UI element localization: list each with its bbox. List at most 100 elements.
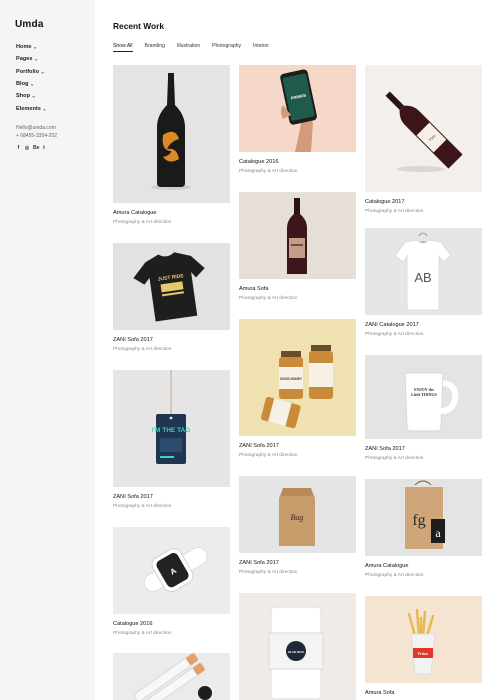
sidebar: Umda Home ⌄ Pages ⌄ Portfolio ⌄ Blog ⌄ Shop ⌄… bbox=[0, 0, 95, 700]
project-subtitle: Photography & Art direction bbox=[365, 209, 424, 214]
project-subtitle: Photography & Art direction bbox=[239, 453, 298, 458]
portfolio-card[interactable]: A Catalogue 2016 Photography & Art direc… bbox=[113, 527, 230, 636]
chevron-down-icon: ⌄ bbox=[40, 69, 45, 76]
project-title[interactable]: Amura Catalogue bbox=[113, 210, 230, 216]
portfolio-card[interactable]: Bag ZANI Sofa 2017 Photography & Art dir… bbox=[239, 476, 356, 575]
nav-item-home[interactable]: Home ⌄ bbox=[16, 41, 47, 53]
project-subtitle: Photography & Art direction bbox=[239, 296, 298, 301]
black-tshirt-image[interactable]: JUST RIDE bbox=[113, 243, 230, 330]
portfolio-card[interactable]: Amura Catalogue Photography & Art direct… bbox=[113, 65, 230, 225]
project-title[interactable]: ZANI Sofa 2017 bbox=[365, 446, 482, 452]
project-subtitle: Photography & Art direction bbox=[365, 456, 424, 461]
filter-interior[interactable]: Interior bbox=[253, 43, 269, 52]
contact-phone: + 68455-3354-202 bbox=[16, 133, 58, 139]
mug-text: ENJOY the Little THINGS bbox=[411, 387, 437, 397]
nav-label: Elements bbox=[16, 105, 41, 112]
project-title[interactable]: ZANI Sofa 2017 bbox=[239, 560, 356, 566]
contact-email[interactable]: Hello@umda.com bbox=[16, 124, 57, 132]
portfolio-card[interactable] bbox=[113, 653, 230, 700]
nav-label: Blog bbox=[16, 81, 29, 88]
nav-item-pages[interactable]: Pages ⌄ bbox=[16, 53, 47, 65]
facebook-icon[interactable]: f bbox=[16, 145, 21, 151]
nav-label: Pages bbox=[16, 56, 33, 63]
project-title[interactable]: ZANI Sofa 2017 bbox=[113, 494, 230, 500]
box-label-text: BLUE BOX bbox=[288, 650, 304, 654]
box-image[interactable]: BLUE BOX bbox=[239, 593, 356, 700]
bag-text: Bag bbox=[291, 513, 304, 522]
twitter-icon[interactable]: t bbox=[42, 145, 47, 151]
black-bottle-image[interactable] bbox=[113, 65, 230, 203]
chevron-down-icon: ⌄ bbox=[31, 93, 36, 100]
kraft-tag-text: a bbox=[435, 526, 441, 540]
filter-photography[interactable]: Photography bbox=[212, 43, 241, 52]
nav-item-blog[interactable]: Blog ⌄ bbox=[16, 78, 47, 90]
portfolio-card[interactable]: I'M THE TAG ZANI Sofa 2017 Photography &… bbox=[113, 370, 230, 509]
filter-branding[interactable]: Branding bbox=[145, 43, 165, 52]
filter-illustration[interactable]: Illustration bbox=[177, 43, 200, 52]
chevron-down-icon: ⌄ bbox=[29, 81, 35, 88]
portfolio-card[interactable]: JUST RIDE ZANI Sofa 2017 Photography & A… bbox=[113, 243, 230, 352]
instagram-icon[interactable]: ◎ bbox=[25, 145, 30, 151]
behance-icon[interactable]: Be bbox=[33, 145, 39, 151]
tshirt-letters-text: AB bbox=[414, 270, 431, 285]
nav-item-shop[interactable]: Shop ⌄ bbox=[16, 90, 47, 102]
jars-image[interactable]: GOOD HONEY bbox=[239, 319, 356, 436]
project-subtitle: Photography & Art direction bbox=[365, 573, 424, 578]
project-subtitle: Photography & Art direction bbox=[239, 570, 298, 575]
smart-watch-image[interactable]: A bbox=[113, 527, 230, 614]
project-title[interactable]: Catalogue 2016 bbox=[113, 621, 230, 627]
mug-image[interactable]: ENJOY the Little THINGS bbox=[365, 355, 482, 439]
main-nav: Home ⌄ Pages ⌄ Portfolio ⌄ Blog ⌄ Shop ⌄ Elem… bbox=[16, 41, 47, 115]
portfolio-card[interactable]: BLUE BOX bbox=[239, 593, 356, 700]
portfolio-card[interactable]: Frites Amura Sofa bbox=[365, 596, 482, 696]
portfolio-card[interactable]: PRIMUS Catalogue 2016 Photography & Art … bbox=[239, 65, 356, 174]
chevron-down-icon: ⌄ bbox=[33, 56, 39, 63]
wine-lying-image[interactable]: Vino bbox=[365, 65, 482, 192]
nav-label: Portfolio bbox=[16, 68, 39, 75]
tag-text: I'M THE TAG bbox=[152, 427, 191, 434]
nav-label: Home bbox=[16, 44, 32, 51]
wine-bottle-image[interactable] bbox=[239, 192, 356, 279]
project-title[interactable]: Catalogue 2016 bbox=[239, 159, 356, 165]
chevron-down-icon: ⌄ bbox=[42, 105, 47, 112]
project-subtitle: Photography & Art direction bbox=[239, 169, 298, 174]
site-logo[interactable]: Umda bbox=[15, 19, 44, 30]
project-subtitle: Photography & Art direction bbox=[113, 504, 172, 509]
project-title[interactable]: Amura Catalogue bbox=[365, 563, 482, 569]
hang-tag-image[interactable]: I'M THE TAG bbox=[113, 370, 230, 487]
white-tshirt-image[interactable]: AB bbox=[365, 228, 482, 315]
fries-image[interactable]: Frites bbox=[365, 596, 482, 683]
tubes-image[interactable] bbox=[113, 653, 230, 700]
paper-bag-image[interactable]: Bag bbox=[239, 476, 356, 553]
fries-label-text: Frites bbox=[418, 652, 428, 656]
nav-label: Shop bbox=[16, 93, 30, 100]
portfolio-card[interactable]: Amura Sofa Photography & Art direction bbox=[239, 192, 356, 301]
kraft-bag-image[interactable]: fg a bbox=[365, 479, 482, 556]
nav-item-portfolio[interactable]: Portfolio ⌄ bbox=[16, 66, 47, 78]
portfolio-card[interactable]: fg a Amura Catalogue Photography & Art d… bbox=[365, 479, 482, 578]
project-title[interactable]: ZANI Sofa 2017 bbox=[113, 337, 230, 343]
filter-show-all[interactable]: Show All bbox=[113, 43, 133, 52]
phone-hand-image[interactable]: PRIMUS bbox=[239, 65, 356, 152]
project-subtitle: Photography & Art direction bbox=[365, 332, 424, 337]
project-title[interactable]: Catalogue 2017 bbox=[365, 199, 482, 205]
project-title[interactable]: ZANI Sofa 2017 bbox=[239, 443, 356, 449]
page-title: Recent Work bbox=[113, 21, 165, 31]
contact-info: Hello@umda.com + 68455-3354-202 bbox=[16, 124, 57, 140]
project-title[interactable]: ZANI Catalogue 2017 bbox=[365, 322, 482, 328]
project-subtitle: Photography & Art direction bbox=[113, 347, 172, 352]
jar-label-text: GOOD HONEY bbox=[280, 377, 303, 381]
portfolio-card[interactable]: GOOD HONEY ZANI Sofa 2017 Photography & … bbox=[239, 319, 356, 458]
project-title[interactable]: Amura Sofa bbox=[365, 690, 482, 696]
nav-item-elements[interactable]: Elements ⌄ bbox=[16, 102, 47, 114]
portfolio-card[interactable]: ENJOY the Little THINGS ZANI Sofa 2017 P… bbox=[365, 355, 482, 461]
project-subtitle: Photography & Art direction bbox=[113, 220, 172, 225]
social-links: f ◎ Be t bbox=[16, 145, 47, 151]
portfolio-card[interactable]: Vino Catalogue 2017 Photography & Art di… bbox=[365, 65, 482, 214]
chevron-down-icon: ⌄ bbox=[33, 44, 38, 51]
kraft-letters-text: fg bbox=[412, 512, 425, 529]
project-subtitle: Photography & Art direction bbox=[113, 631, 172, 636]
project-title[interactable]: Amura Sofa bbox=[239, 286, 356, 292]
portfolio-card[interactable]: AB ZANI Catalogue 2017 Photography & Art… bbox=[365, 228, 482, 337]
portfolio-filters: Show All Branding Illustration Photograp… bbox=[113, 43, 281, 52]
